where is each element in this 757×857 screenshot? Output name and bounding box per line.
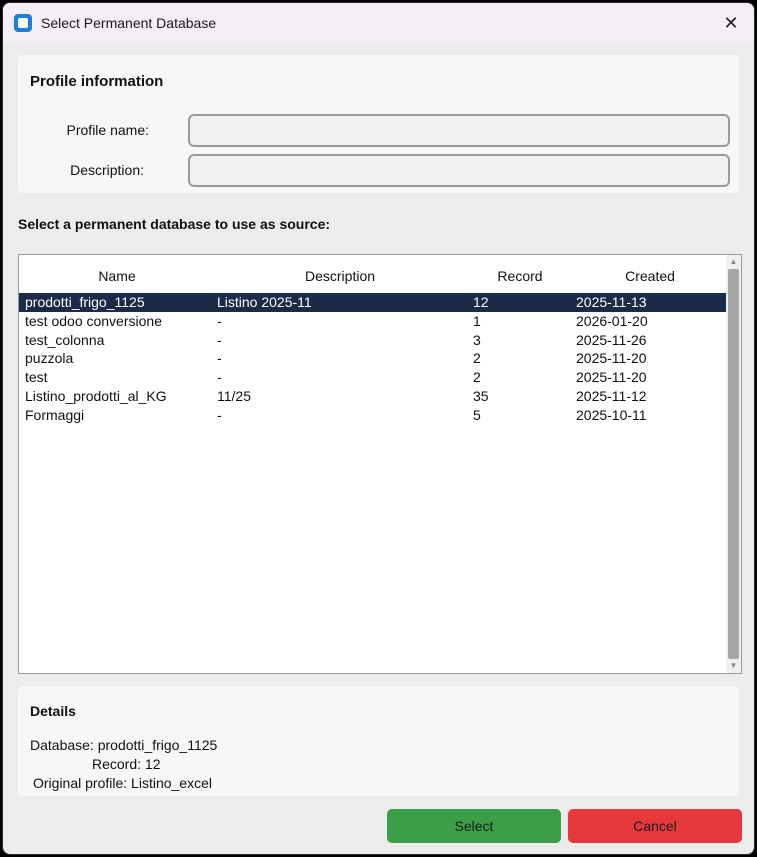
cell-name: test (25, 369, 48, 386)
column-header-description[interactable]: Description (215, 268, 465, 284)
cell-record: 2 (473, 350, 481, 367)
dialog-window: Select Permanent Database ✕ Profile info… (2, 2, 755, 855)
table-row[interactable]: prodotti_frigo_1125 Listino 2025-11 12 2025… (19, 293, 728, 312)
cell-created: 2025-11-13 (576, 294, 647, 310)
cell-description: - (217, 406, 222, 423)
details-heading: Details (30, 703, 76, 719)
app-icon (14, 14, 32, 32)
cell-name: test_colonna (25, 331, 105, 348)
title-bar[interactable]: Select Permanent Database ✕ (3, 3, 754, 43)
table-row[interactable]: puzzola - 2 2025-11-20 (19, 349, 728, 368)
cell-description: 11/25 (217, 387, 251, 404)
cell-record: 5 (473, 406, 481, 423)
cell-record: 35 (473, 387, 489, 404)
cell-record: 12 (473, 294, 489, 310)
cell-name: test odoo conversione (25, 312, 162, 329)
list-rows: prodotti_frigo_1125 Listino 2025-11 12 2025… (19, 293, 728, 425)
details-original-profile: Original profile: Listino_excel (33, 775, 212, 791)
table-row[interactable]: Listino_prodotti_al_KG 11/25 35 2025-11-12 (19, 387, 728, 406)
cell-created: 2025-11-12 (576, 387, 647, 404)
close-icon: ✕ (723, 12, 739, 33)
table-row[interactable]: test odoo conversione - 1 2026-01-20 (19, 312, 728, 331)
column-header-name[interactable]: Name (19, 268, 215, 284)
cell-description: Listino 2025-11 (217, 294, 312, 310)
database-list-label: Select a permanent database to use as so… (18, 216, 331, 232)
table-row[interactable]: test_colonna - 3 2025-11-26 (19, 331, 728, 350)
description-input[interactable] (188, 154, 730, 187)
close-button[interactable]: ✕ (716, 9, 746, 37)
scroll-up-arrow-icon[interactable]: ▲ (726, 255, 741, 269)
cell-description: - (217, 369, 222, 386)
cell-name: Formaggi (25, 406, 85, 423)
cell-record: 1 (473, 312, 481, 329)
select-button[interactable]: Select (387, 809, 561, 843)
profile-name-input[interactable] (188, 114, 730, 147)
cancel-button[interactable]: Cancel (568, 809, 742, 843)
cell-description: - (217, 350, 222, 367)
profile-information-heading: Profile information (30, 73, 164, 90)
details-database: Database: prodotti_frigo_1125 (30, 737, 218, 753)
window-title: Select Permanent Database (41, 15, 217, 31)
list-header: Name Description Record Created (19, 255, 725, 291)
database-list[interactable]: Name Description Record Created prodotti… (18, 254, 742, 674)
vertical-scrollbar[interactable]: ▲ ▼ (726, 255, 741, 673)
profile-name-label: Profile name: (66, 122, 149, 138)
profile-information-panel: Profile information Profile name: Descri… (18, 55, 739, 193)
cell-record: 3 (473, 331, 481, 348)
table-row[interactable]: test - 2 2025-11-20 (19, 368, 728, 387)
cell-name: prodotti_frigo_1125 (25, 294, 145, 310)
cell-created: 2025-11-20 (576, 369, 647, 386)
description-label: Description: (70, 162, 144, 178)
column-header-created[interactable]: Created (575, 268, 725, 284)
details-record: Record: 12 (92, 756, 161, 772)
cell-created: 2025-10-11 (576, 406, 647, 423)
cell-name: Listino_prodotti_al_KG (25, 387, 167, 404)
cell-created: 2026-01-20 (576, 312, 648, 329)
cell-created: 2025-11-20 (576, 350, 647, 367)
cell-record: 2 (473, 369, 481, 386)
cell-description: - (217, 331, 222, 348)
details-panel: Details Database: prodotti_frigo_1125 Re… (18, 686, 739, 796)
table-row[interactable]: Formaggi - 5 2025-10-11 (19, 406, 728, 425)
scroll-down-arrow-icon[interactable]: ▼ (726, 659, 741, 673)
cell-description: - (217, 312, 222, 329)
column-header-record[interactable]: Record (465, 268, 575, 284)
cell-created: 2025-11-26 (576, 331, 647, 348)
cell-name: puzzola (25, 350, 74, 367)
scrollbar-thumb[interactable] (728, 269, 739, 659)
